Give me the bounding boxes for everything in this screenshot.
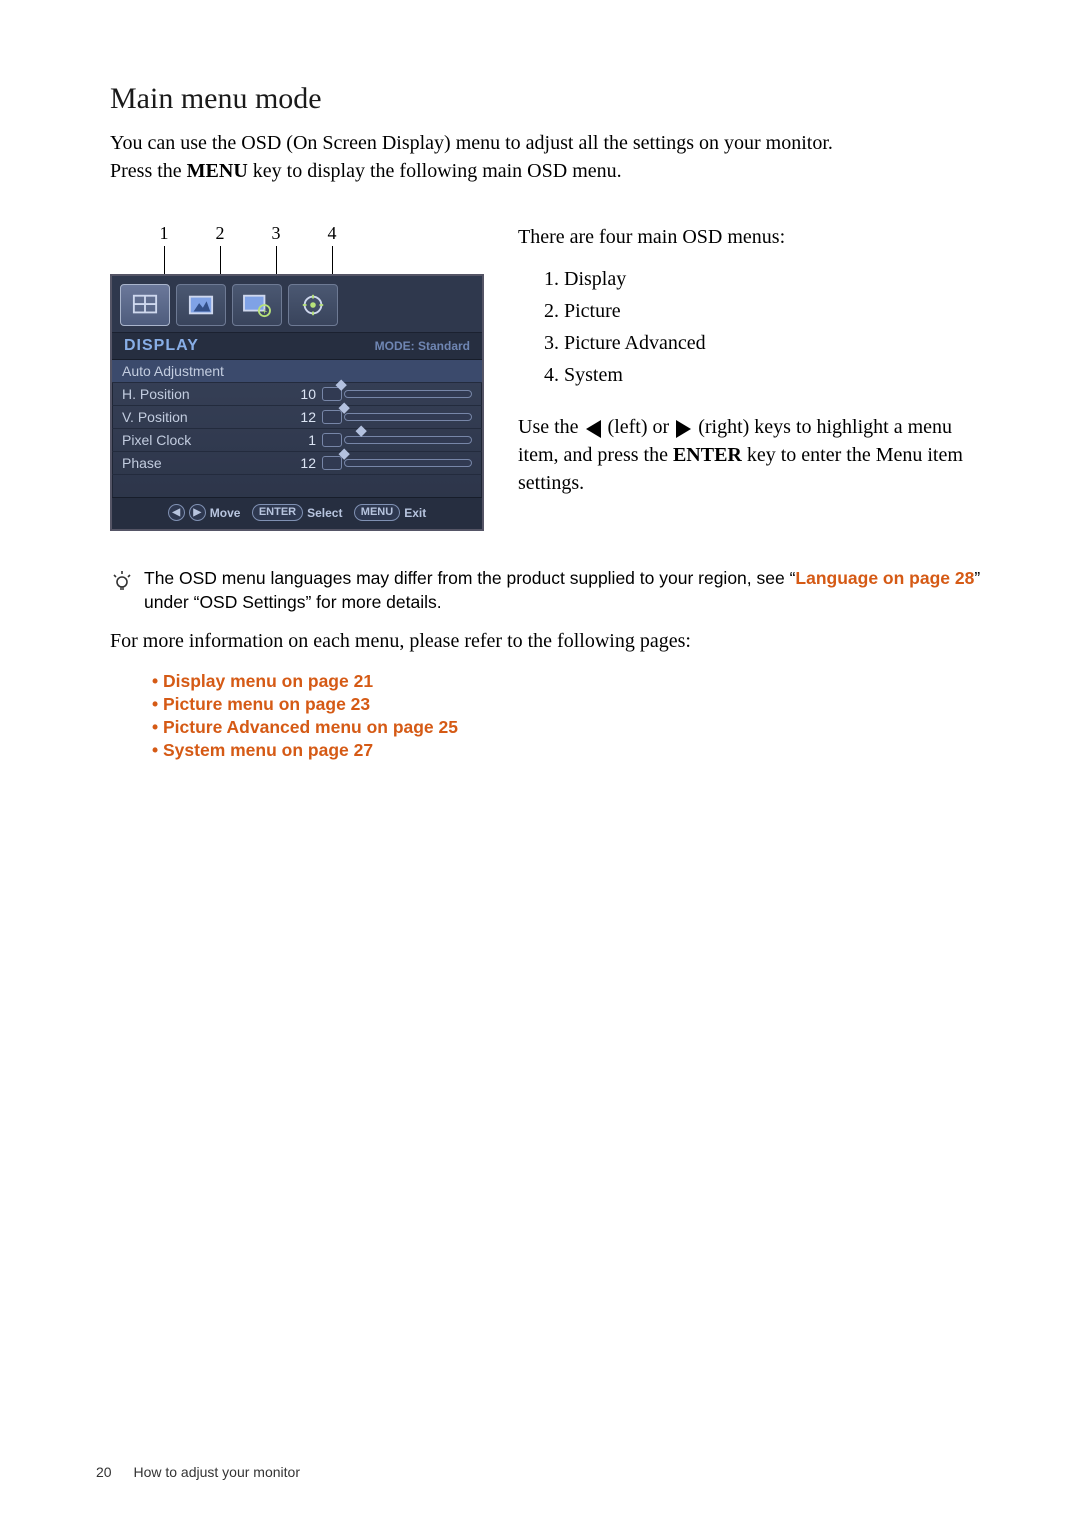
enter-key-name: ENTER bbox=[673, 444, 742, 466]
osd-footer: ◀ ▶ Move ENTER Select MENU Exit bbox=[112, 497, 482, 529]
intro-line2a: Press the bbox=[110, 160, 187, 182]
osd-row-value: 12 bbox=[280, 455, 316, 471]
intro-line2b: key to display the following main OSD me… bbox=[248, 160, 622, 182]
page-footer: 20 How to adjust your monitor bbox=[96, 1464, 300, 1480]
osd-footer-exit: Exit bbox=[404, 506, 426, 520]
osd-row-value: 10 bbox=[280, 386, 316, 402]
picture-adv-icon: + bbox=[242, 292, 272, 318]
page-ref-list: • Display menu on page 21 • Picture menu… bbox=[110, 671, 985, 761]
osd-slider[interactable] bbox=[322, 410, 472, 424]
osd-tab-picture-adv[interactable]: + bbox=[232, 284, 282, 326]
osd-row-label: Pixel Clock bbox=[122, 432, 274, 448]
display-icon bbox=[130, 292, 160, 318]
aftertip-paragraph: For more information on each menu, pleas… bbox=[110, 630, 985, 653]
list-item: Display bbox=[564, 265, 985, 293]
tab-callouts: 1 2 3 4 bbox=[110, 223, 488, 274]
section-heading: Main menu mode bbox=[110, 82, 985, 116]
osd-slider[interactable] bbox=[322, 433, 472, 447]
list-item: System bbox=[564, 361, 985, 389]
osd-row-label: V. Position bbox=[122, 409, 274, 425]
osd-row-h-position[interactable]: H. Position 10 bbox=[112, 383, 482, 406]
osd-row-value: 12 bbox=[280, 409, 316, 425]
osd-tab-row: + bbox=[112, 276, 482, 333]
intro-line1: You can use the OSD (On Screen Display) … bbox=[110, 132, 833, 154]
osd-row-label: Phase bbox=[122, 455, 274, 471]
tip-link-language[interactable]: Language on page 28 bbox=[795, 568, 974, 588]
tip-text-a: The OSD menu languages may differ from t… bbox=[144, 568, 795, 588]
osd-row-auto-adjustment[interactable]: Auto Adjustment bbox=[112, 360, 482, 383]
footer-section-title: How to adjust your monitor bbox=[133, 1464, 300, 1480]
lightbulb-icon bbox=[110, 569, 134, 600]
link-display-menu[interactable]: Display menu on page 21 bbox=[163, 671, 373, 691]
osd-screenshot: + DISPLAY MODE: Standard Auto Adjustment bbox=[110, 274, 484, 531]
left-triangle-icon bbox=[586, 420, 601, 438]
osd-row-label: Auto Adjustment bbox=[122, 363, 224, 379]
osd-row-label: H. Position bbox=[122, 386, 274, 402]
system-icon bbox=[298, 292, 328, 318]
osd-footer-menu-pill: MENU bbox=[354, 504, 400, 521]
tip-note: The OSD menu languages may differ from t… bbox=[110, 567, 985, 614]
intro-paragraph: You can use the OSD (On Screen Display) … bbox=[110, 130, 985, 185]
right-lead: There are four main OSD menus: bbox=[518, 223, 985, 251]
callout-2: 2 bbox=[216, 223, 225, 244]
txt: (left) or bbox=[603, 416, 675, 438]
osd-footer-enter-pill: ENTER bbox=[252, 504, 303, 521]
osd-header-title: DISPLAY bbox=[124, 337, 199, 355]
osd-footer-move: Move bbox=[210, 506, 241, 520]
osd-slider[interactable] bbox=[322, 456, 472, 470]
right-instruction: Use the (left) or (right) keys to high­l… bbox=[518, 413, 985, 497]
osd-footer-select: Select bbox=[307, 506, 342, 520]
osd-header: DISPLAY MODE: Standard bbox=[112, 333, 482, 360]
page-number: 20 bbox=[96, 1464, 112, 1480]
osd-header-mode: MODE: Standard bbox=[375, 339, 470, 353]
link-system-menu[interactable]: System menu on page 27 bbox=[163, 740, 373, 760]
osd-tab-display[interactable] bbox=[120, 284, 170, 326]
osd-menu-list: Display Picture Picture Advanced System bbox=[518, 265, 985, 389]
osd-row-pixel-clock[interactable]: Pixel Clock 1 bbox=[112, 429, 482, 452]
callout-4: 4 bbox=[328, 223, 337, 244]
list-item: Picture bbox=[564, 297, 985, 325]
menu-key-name: MENU bbox=[187, 160, 248, 182]
callout-1: 1 bbox=[160, 223, 169, 244]
callout-3: 3 bbox=[272, 223, 281, 244]
osd-tab-system[interactable] bbox=[288, 284, 338, 326]
right-triangle-icon bbox=[676, 420, 691, 438]
osd-row-phase[interactable]: Phase 12 bbox=[112, 452, 482, 475]
svg-text:+: + bbox=[262, 306, 267, 316]
link-picture-menu[interactable]: Picture menu on page 23 bbox=[163, 694, 370, 714]
osd-row-v-position[interactable]: V. Position 12 bbox=[112, 406, 482, 429]
link-picture-adv-menu[interactable]: Picture Advanced menu on page 25 bbox=[163, 717, 458, 737]
osd-rows: Auto Adjustment H. Position 10 V. Positi… bbox=[112, 360, 482, 497]
list-item: Picture Advanced bbox=[564, 329, 985, 357]
right-arrow-icon: ▶ bbox=[189, 504, 206, 521]
picture-icon bbox=[186, 292, 216, 318]
left-arrow-icon: ◀ bbox=[168, 504, 185, 521]
osd-row-value: 1 bbox=[280, 432, 316, 448]
txt: Use the bbox=[518, 416, 584, 438]
osd-slider[interactable] bbox=[322, 387, 472, 401]
osd-tab-picture[interactable] bbox=[176, 284, 226, 326]
